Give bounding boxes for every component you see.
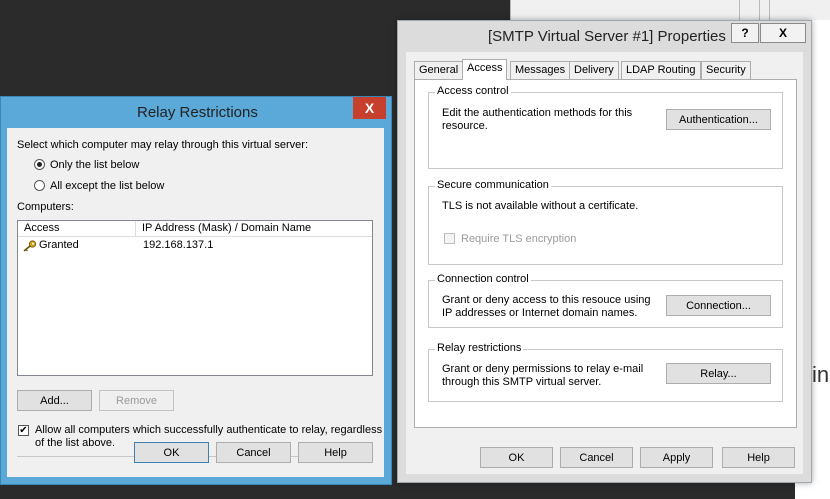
background-divider (769, 0, 770, 20)
relay-ok-button[interactable]: OK (134, 442, 209, 463)
access-control-group: Access control Edit the authentication m… (428, 85, 783, 169)
key-icon (23, 240, 37, 252)
checkmark-icon: ✔ (19, 425, 28, 436)
relay-restrictions-label: Relay restrictions (435, 342, 524, 354)
tab-access[interactable]: Access (462, 59, 508, 80)
require-tls-checkbox[interactable] (444, 233, 455, 244)
connection-control-text-1: Grant or deny access to this resouce usi… (442, 294, 651, 306)
remove-button[interactable]: Remove (99, 390, 174, 411)
connection-control-text-2: IP addresses or Internet domain names. (442, 307, 638, 319)
relay-restrictions-text-1: Grant or deny permissions to relay e-mai… (442, 363, 644, 375)
tls-status-text: TLS is not available without a certifica… (442, 200, 639, 212)
column-header-access[interactable]: Access (18, 221, 136, 236)
access-tab-panel: Access control Edit the authentication m… (414, 79, 797, 428)
column-header-address[interactable]: IP Address (Mask) / Domain Name (136, 221, 372, 236)
allow-authenticated-checkbox[interactable]: ✔ (18, 425, 29, 436)
smtp-window-title: [SMTP Virtual Server #1] Properties (488, 28, 726, 45)
radio-only-list-label: Only the list below (50, 159, 140, 171)
background-window-fragment (510, 0, 830, 20)
authentication-button[interactable]: Authentication... (666, 109, 771, 130)
connection-control-label: Connection control (435, 273, 531, 285)
relay-button[interactable]: Relay... (666, 363, 771, 384)
tab-security[interactable]: Security (701, 61, 751, 79)
allow-authenticated-text-1: Allow all computers which successfully a… (35, 424, 383, 436)
relay-cancel-button[interactable]: Cancel (216, 442, 291, 463)
radio-all-except-label: All except the list below (50, 180, 165, 192)
tab-general[interactable]: General (414, 61, 464, 79)
relay-client-area: Select which computer may relay through … (7, 128, 384, 477)
relay-restrictions-group: Relay restrictions Grant or deny permiss… (428, 342, 783, 402)
smtp-client-area: General Access Messages Delivery LDAP Ro… (406, 52, 803, 474)
access-control-text-1: Edit the authentication methods for this (442, 107, 633, 119)
smtp-cancel-button[interactable]: Cancel (560, 447, 633, 468)
relay-restrictions-text-2: through this SMTP virtual server. (442, 376, 602, 388)
radio-only-list[interactable] (34, 159, 45, 170)
require-tls-label: Require TLS encryption (461, 233, 577, 245)
radio-selected-dot (37, 162, 42, 167)
relay-close-button[interactable]: X (353, 97, 386, 119)
access-control-label: Access control (435, 85, 511, 97)
relay-dialog-title: Relay Restrictions (137, 104, 258, 121)
connection-button[interactable]: Connection... (666, 295, 771, 316)
table-row[interactable]: Granted 192.168.137.1 (18, 238, 372, 254)
relay-restrictions-dialog: Relay Restrictions X Select which comput… (0, 96, 392, 485)
row-address-value: 192.168.137.1 (143, 239, 214, 251)
access-control-text-2: resource. (442, 120, 488, 132)
relay-prompt-text: Select which computer may relay through … (17, 139, 309, 151)
allow-authenticated-text-2: of the list above. (35, 437, 116, 449)
close-title-button[interactable]: X (760, 23, 806, 43)
connection-control-group: Connection control Grant or deny access … (428, 273, 783, 328)
radio-all-except[interactable] (34, 180, 45, 191)
smtp-properties-window: [SMTP Virtual Server #1] Properties ? X … (397, 20, 812, 483)
row-access-value: Granted (39, 239, 79, 251)
relay-help-button[interactable]: Help (298, 442, 373, 463)
background-divider (759, 0, 760, 20)
smtp-ok-button[interactable]: OK (480, 447, 553, 468)
help-title-button[interactable]: ? (731, 23, 759, 43)
smtp-help-button[interactable]: Help (722, 447, 795, 468)
background-partial-text: in (812, 362, 830, 387)
background-divider (739, 0, 740, 20)
add-button[interactable]: Add... (17, 390, 92, 411)
computers-list[interactable]: Access IP Address (Mask) / Domain Name G… (17, 220, 373, 376)
list-header: Access IP Address (Mask) / Domain Name (18, 221, 372, 237)
smtp-titlebar[interactable]: [SMTP Virtual Server #1] Properties ? X (398, 21, 811, 52)
tab-delivery[interactable]: Delivery (569, 61, 619, 79)
secure-communication-group: Secure communication TLS is not availabl… (428, 179, 783, 265)
tab-messages[interactable]: Messages (510, 61, 571, 79)
secure-communication-label: Secure communication (435, 179, 551, 191)
computers-label: Computers: (17, 201, 74, 213)
tab-ldap-routing[interactable]: LDAP Routing (621, 61, 701, 79)
smtp-apply-button[interactable]: Apply (640, 447, 713, 468)
